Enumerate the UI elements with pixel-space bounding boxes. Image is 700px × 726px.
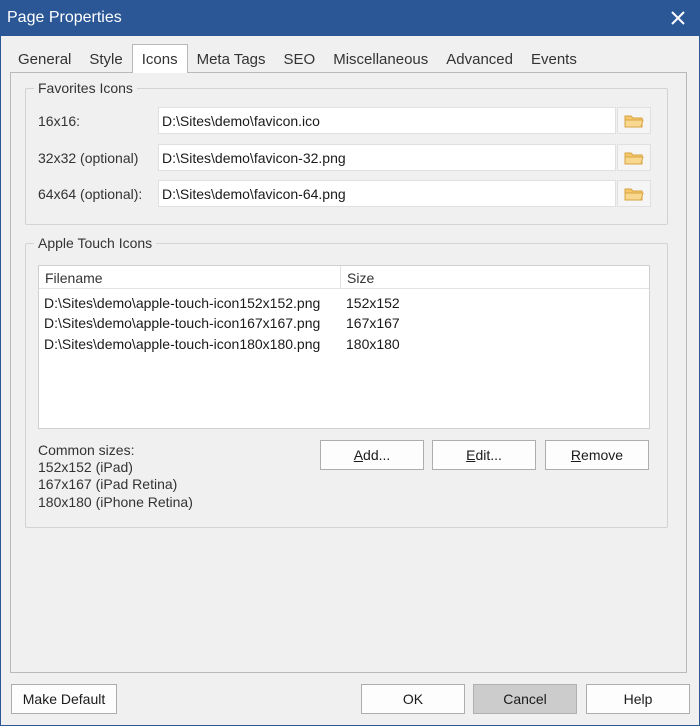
help-button[interactable]: Help [586, 684, 690, 714]
title-bar[interactable]: Page Properties [1, 1, 699, 36]
favicon-16-browse-button[interactable] [617, 107, 651, 134]
common-size-iphone-retina: 180x180 (iPhone Retina) [38, 494, 193, 510]
tab-advanced[interactable]: Advanced [437, 47, 522, 72]
list-item[interactable]: D:\Sites\demo\apple-touch-icon180x180.pn… [39, 334, 649, 354]
page-properties-dialog: Page Properties General Style Icons Meta… [0, 0, 700, 726]
favicon-16-input[interactable]: D:\Sites\demo\favicon.ico [158, 107, 616, 134]
icons-tab-panel: Favorites Icons 16x16: D:\Sites\demo\fav… [10, 72, 687, 673]
list-item-filename: D:\Sites\demo\apple-touch-icon152x152.pn… [44, 295, 321, 311]
folder-icon [624, 188, 644, 200]
favicon-32-label: 32x32 (optional) [38, 150, 139, 166]
apple-touch-icons-legend: Apple Touch Icons [34, 235, 157, 251]
list-item-size: 180x180 [346, 336, 400, 352]
favicon-16-label: 16x16: [38, 113, 81, 129]
tab-miscellaneous[interactable]: Miscellaneous [324, 47, 437, 72]
edit-button[interactable]: Edit... [432, 440, 536, 470]
apple-touch-icons-group: Apple Touch Icons Filename Size D:\Sites… [25, 235, 668, 528]
close-button[interactable] [663, 3, 693, 33]
list-item-size: 152x152 [346, 295, 400, 311]
favicon-32-browse-button[interactable] [617, 144, 651, 171]
remove-button-label: Remove [570, 447, 624, 463]
column-header-size[interactable]: Size [341, 266, 649, 289]
common-sizes-heading: Common sizes: [38, 442, 135, 458]
ok-button[interactable]: OK [361, 684, 465, 714]
folder-icon [624, 152, 644, 164]
list-item-filename: D:\Sites\demo\apple-touch-icon167x167.pn… [44, 315, 321, 331]
favicon-32-input[interactable]: D:\Sites\demo\favicon-32.png [158, 144, 616, 171]
favicon-64-browse-button[interactable] [617, 180, 651, 207]
folder-icon [624, 115, 644, 127]
tab-seo[interactable]: SEO [275, 47, 325, 72]
column-header-filename[interactable]: Filename [39, 266, 340, 289]
favorites-icons-legend: Favorites Icons [34, 80, 137, 96]
tab-meta-tags[interactable]: Meta Tags [188, 47, 275, 72]
make-default-label: Make Default [22, 691, 106, 707]
list-item-filename: D:\Sites\demo\apple-touch-icon180x180.pn… [44, 336, 321, 352]
apple-touch-icons-list[interactable]: Filename Size D:\Sites\demo\apple-touch-… [38, 265, 650, 429]
add-button[interactable]: Add... [320, 440, 424, 470]
ok-label: OK [402, 691, 424, 707]
tab-strip: General Style Icons Meta Tags SEO Miscel… [9, 44, 586, 73]
tab-icons[interactable]: Icons [131, 44, 188, 73]
favicon-64-input[interactable]: D:\Sites\demo\favicon-64.png [158, 180, 616, 207]
cancel-label: Cancel [503, 691, 547, 707]
remove-button[interactable]: Remove [545, 440, 649, 470]
close-icon [671, 11, 685, 25]
tab-general[interactable]: General [9, 47, 80, 72]
edit-button-label: Edit... [466, 447, 502, 463]
add-button-label: Add... [353, 447, 391, 463]
window-title: Page Properties [7, 9, 122, 26]
list-item-size: 167x167 [346, 315, 400, 331]
common-size-ipad-retina: 167x167 (iPad Retina) [38, 476, 178, 492]
common-size-ipad: 152x152 (iPad) [38, 459, 133, 475]
tab-style[interactable]: Style [80, 47, 131, 72]
favicon-64-label: 64x64 (optional): [38, 186, 143, 202]
list-item[interactable]: D:\Sites\demo\apple-touch-icon152x152.pn… [39, 293, 649, 313]
make-default-button[interactable]: Make Default [11, 684, 117, 714]
list-item[interactable]: D:\Sites\demo\apple-touch-icon167x167.pn… [39, 313, 649, 333]
tab-events[interactable]: Events [522, 47, 586, 72]
favorites-icons-group: Favorites Icons 16x16: D:\Sites\demo\fav… [25, 80, 668, 225]
help-label: Help [623, 691, 653, 707]
cancel-button[interactable]: Cancel [473, 684, 577, 714]
list-header: Filename Size [39, 266, 649, 289]
